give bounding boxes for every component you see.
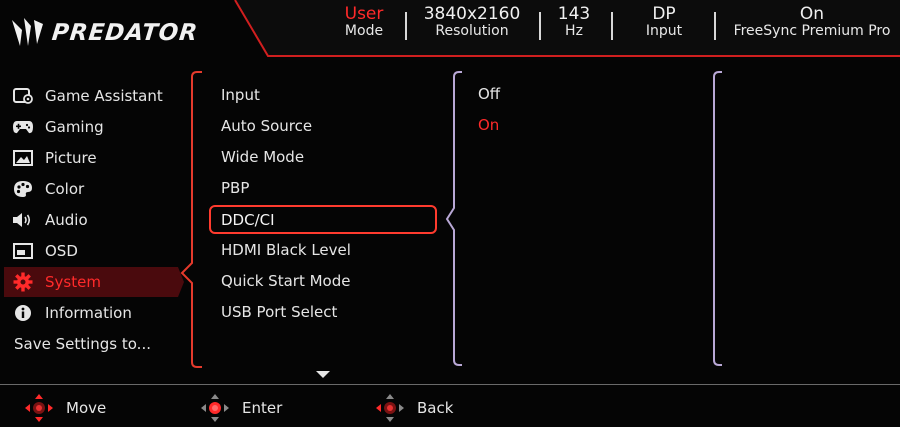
header-separator [539,12,541,40]
options-bracket [445,71,462,366]
menu-item-audio[interactable]: Audio [4,205,178,235]
stat-input-value: DP [652,4,676,24]
menu-item-save-settings[interactable]: Save Settings to... [4,329,178,359]
submenu-bracket [180,71,202,368]
submenu-item-hdmi-black-level[interactable]: HDMI Black Level [221,240,351,260]
game-assistant-icon [12,85,34,107]
stat-refresh-rate: 143 Hz [552,6,596,40]
menu-item-label: Picture [45,149,97,167]
header-separator [714,12,716,40]
header-separator [405,12,407,40]
submenu-item-quick-start-mode[interactable]: Quick Start Mode [221,271,350,291]
menu-item-osd[interactable]: OSD [4,236,178,266]
option-off[interactable]: Off [478,84,500,104]
menu-item-label: Color [45,180,85,198]
menu-item-information[interactable]: Information [4,298,178,328]
speaker-icon [12,209,34,231]
submenu-item-auto-source[interactable]: Auto Source [221,116,312,136]
stat-refresh-label: Hz [565,23,583,39]
hint-back-label: Back [417,399,454,417]
stat-input: DP Input [636,6,692,40]
menu-item-gaming[interactable]: Gaming [4,112,178,142]
stat-mode-value: User [344,4,384,24]
stat-mode-label: Mode [344,23,384,39]
stat-resolution-value: 3840x2160 [423,4,521,24]
menu-item-system[interactable]: System [4,267,184,297]
hint-move: Move [24,393,106,423]
stat-resolution: 3840x2160 Resolution [416,6,528,40]
info-icon [12,302,34,324]
stat-freesync: On FreeSync Premium Pro [726,6,898,40]
submenu-item-ddc-ci[interactable]: DDC/CI [209,205,437,234]
stat-mode: User Mode [340,6,388,40]
joystick-enter-icon [201,394,229,422]
joystick-back-icon [376,394,404,422]
stat-freesync-value: On [799,4,825,24]
palette-icon [12,178,34,200]
menu-item-game-assistant[interactable]: Game Assistant [4,81,178,111]
gamepad-icon [12,116,34,138]
menu-item-picture[interactable]: Picture [4,143,178,173]
submenu-item-label: DDC/CI [221,211,275,229]
predator-claw-icon [12,18,43,46]
menu-item-color[interactable]: Color [4,174,178,204]
menu-item-label: OSD [45,242,78,260]
picture-icon [12,147,34,169]
option-on[interactable]: On [478,115,499,135]
hint-back: Back [375,393,453,423]
menu-item-label: Game Assistant [45,87,163,105]
footer-divider [0,384,900,385]
joystick-move-icon [25,394,53,422]
value-panel-bracket [713,71,722,366]
brand-logo: PREDATOR [10,16,210,50]
brand-name: PREDATOR [50,20,200,46]
submenu-item-usb-port-select[interactable]: USB Port Select [221,302,337,322]
stat-freesync-label: FreeSync Premium Pro [733,23,891,39]
menu-item-label: System [45,273,101,291]
submenu-item-pbp[interactable]: PBP [221,178,249,198]
menu-item-label: Save Settings to... [14,335,151,353]
submenu-item-wide-mode[interactable]: Wide Mode [221,147,304,167]
menu-item-label: Gaming [45,118,104,136]
submenu-item-input[interactable]: Input [221,85,260,105]
scroll-down-icon[interactable] [316,371,330,378]
stat-resolution-label: Resolution [435,23,509,39]
hint-enter-label: Enter [242,399,283,417]
stat-input-label: Input [645,23,683,39]
osd-icon [12,240,34,262]
hint-move-label: Move [66,399,107,417]
stat-refresh-value: 143 [557,4,591,24]
menu-item-label: Information [45,304,132,322]
gear-icon [12,271,34,293]
menu-item-label: Audio [45,211,88,229]
header-separator [611,12,613,40]
header-bar: PREDATOR User Mode 3840x2160 Resolution … [0,0,900,64]
hint-enter: Enter [200,393,282,423]
